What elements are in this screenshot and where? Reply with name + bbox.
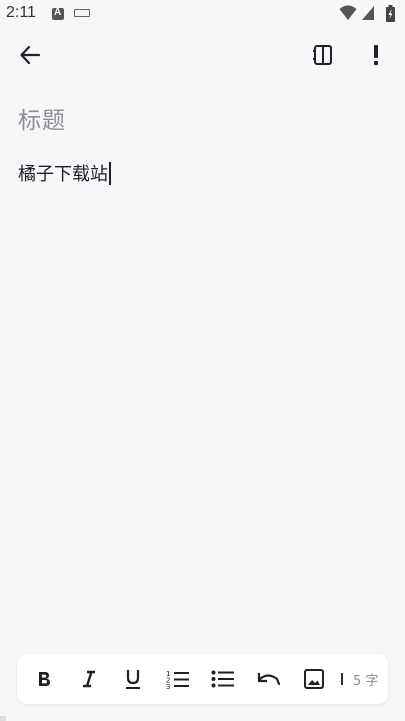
top-app-bar [0, 30, 405, 80]
note-body-text: 橘子下载站 [18, 164, 108, 185]
bullet-list-button[interactable] [207, 663, 239, 695]
status-time: 2:11 [6, 4, 36, 21]
keyboard-icon [74, 9, 90, 17]
text-cursor [109, 161, 111, 185]
word-count: 5 字 [353, 674, 379, 689]
toolbar-divider [341, 673, 343, 685]
notification-a-icon [52, 7, 64, 20]
italic-button[interactable] [73, 663, 105, 695]
italic-icon [83, 670, 95, 688]
insert-image-button[interactable] [298, 663, 330, 695]
more-icon [374, 45, 378, 65]
title-input[interactable]: 标题 [18, 101, 66, 135]
back-button[interactable] [10, 35, 50, 75]
wifi-icon [339, 5, 357, 20]
svg-text:3: 3 [166, 683, 170, 689]
battery-icon [386, 5, 395, 22]
undo-button[interactable] [253, 663, 285, 695]
ordered-list-button[interactable]: 1 2 3 [162, 663, 194, 695]
format-toolbar: 1 2 3 5 字 [17, 654, 388, 704]
image-icon [304, 669, 324, 689]
bold-icon [39, 672, 50, 686]
status-bar: 2:11 [0, 0, 405, 28]
signal-icon [362, 6, 374, 20]
bullet-list-icon [211, 670, 234, 688]
undo-icon [257, 673, 281, 686]
back-arrow-icon [20, 45, 41, 65]
side-panel-button[interactable] [303, 35, 343, 75]
bottom-edge-indicator [0, 716, 6, 721]
more-button[interactable] [356, 35, 396, 75]
bold-button[interactable] [28, 663, 60, 695]
side-panel-icon [313, 45, 332, 65]
note-body-editor[interactable]: 橘子下载站 [18, 160, 111, 186]
underline-button[interactable] [117, 663, 149, 695]
ordered-list-icon: 1 2 3 [166, 670, 189, 689]
underline-icon [126, 670, 140, 689]
